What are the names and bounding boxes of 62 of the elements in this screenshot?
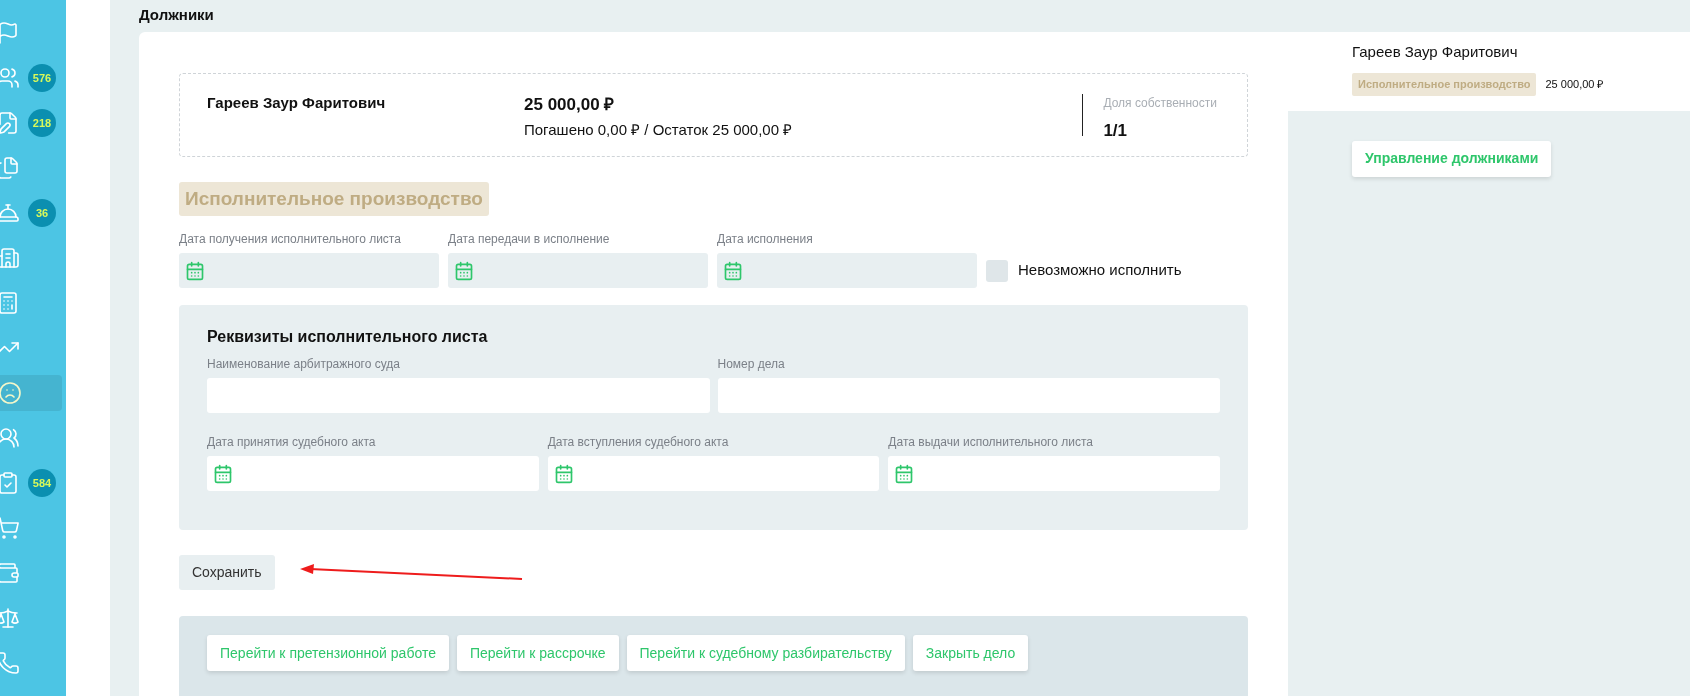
calendar-icon [723, 260, 743, 281]
checkbox[interactable] [986, 259, 1008, 282]
sad-face-icon [0, 381, 22, 405]
count-badge: 218 [28, 109, 56, 137]
checkbox-label: Невозможно исполнить [1018, 260, 1182, 281]
sidebar-item[interactable]: 576 [0, 60, 62, 96]
share-value: 1/1 [1103, 119, 1129, 142]
calculator-icon [0, 291, 20, 315]
share-label: Доля собственности [1103, 94, 1217, 112]
count-badge: 584 [28, 469, 56, 497]
field-label: Номер дела [717, 356, 786, 373]
building-icon [0, 246, 20, 270]
field-label: Дата вступления судебного акта [547, 434, 730, 451]
sidebar-item[interactable]: 218 [0, 105, 62, 141]
side-amount: 25 000,00 ₽ [1545, 77, 1604, 92]
field-label: Наименование арбитражного суда [207, 356, 401, 373]
date-field[interactable] [179, 253, 439, 288]
side-debtor-name: Гареев Заур Фаритович [1352, 41, 1519, 62]
save-button[interactable]: Сохранить [179, 555, 275, 590]
action-button[interactable]: Перейти к судебному разбирательству [626, 635, 905, 671]
action-button[interactable]: Перейти к претензионной работе [207, 635, 449, 671]
sidebar-item[interactable]: 36 [0, 195, 62, 231]
count-badge: 36 [28, 199, 56, 227]
people-icon [0, 426, 20, 450]
calendar-icon [213, 463, 233, 484]
flag-icon [0, 21, 20, 45]
date-field[interactable] [207, 456, 539, 491]
manage-debtors-button[interactable]: Управление должниками [1352, 140, 1552, 177]
calendar-icon [553, 463, 574, 484]
debt-amount: 25 000,00 ₽ [524, 93, 616, 116]
bell-desk-icon [0, 201, 20, 225]
wallet-icon [0, 561, 20, 585]
sidebar-item[interactable] [0, 375, 62, 411]
phone-icon [0, 651, 20, 675]
clipboard-check-icon [0, 471, 20, 495]
field-label: Дата выдачи исполнительного листа [888, 434, 1094, 451]
field-label: Дата принятия судебного акта [207, 434, 377, 451]
action-button[interactable]: Перейти к рассрочке [456, 635, 619, 671]
date-field[interactable] [888, 456, 1220, 491]
page-title: Должники [139, 5, 215, 25]
scales-icon [0, 606, 20, 630]
calendar-icon [185, 260, 205, 281]
users-icon [0, 66, 20, 90]
field-label: Дата передачи в исполнение [448, 231, 611, 248]
sidebar-item[interactable]: 584 [0, 465, 62, 501]
field-label: Дата получения исполнительного листа [179, 231, 402, 248]
cart-icon [0, 516, 20, 540]
stage-title: Исполнительное производство [179, 181, 489, 216]
date-field[interactable] [547, 456, 880, 491]
document-pen-icon [0, 111, 20, 135]
debtor-name: Гареев Заур Фаритович [207, 92, 387, 113]
stage-tag: Исполнительное производство [1352, 73, 1537, 96]
action-button[interactable]: Закрыть дело [912, 635, 1029, 671]
section-title: Реквизиты исполнительного листа [207, 327, 489, 347]
calendar-icon [894, 463, 915, 484]
field-label: Дата исполнения [717, 231, 814, 248]
count-badge: 576 [28, 64, 56, 92]
date-field[interactable] [717, 253, 977, 288]
documents-icon [0, 156, 20, 180]
calendar-icon [454, 260, 474, 281]
date-field[interactable] [448, 253, 708, 288]
paid-remaining-text: Погашено 0,00 ₽ / Остаток 25 000,00 ₽ [524, 120, 794, 140]
